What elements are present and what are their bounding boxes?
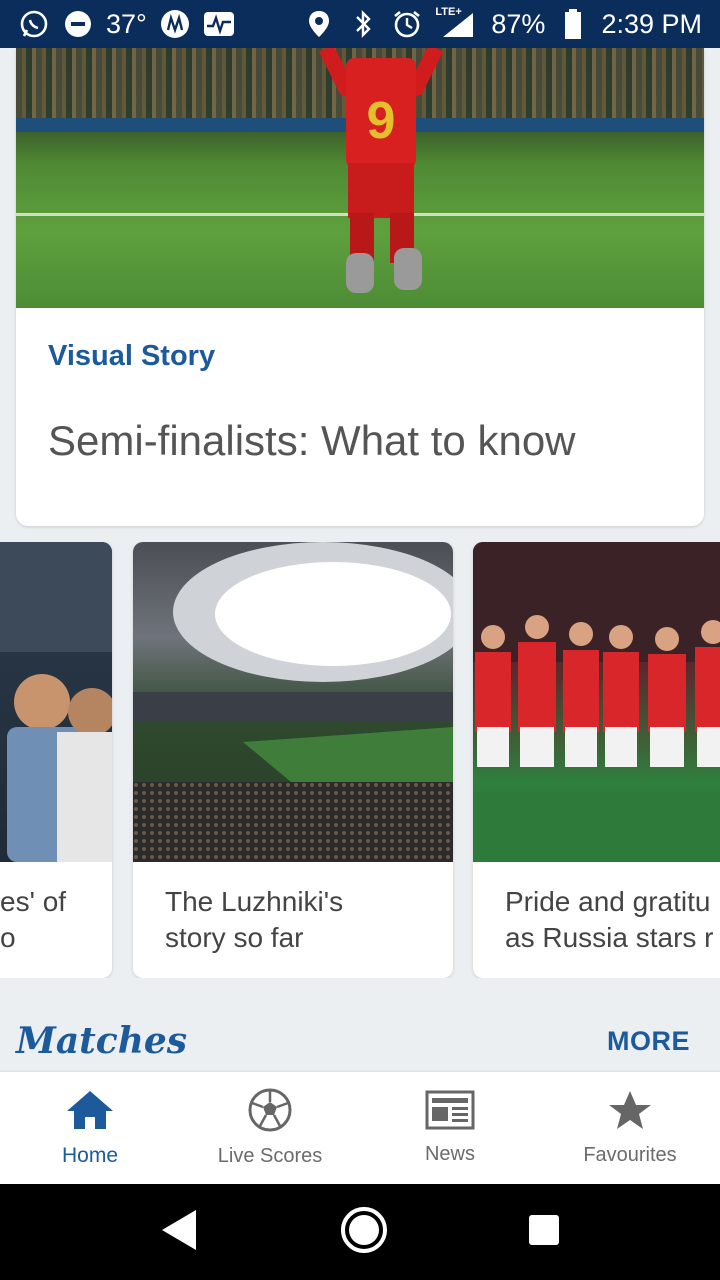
story-carousel[interactable]: es' of o The Luzhniki's story so far Pri… [0, 542, 720, 978]
nav-live-scores[interactable]: Live Scores [180, 1072, 360, 1184]
carousel-card[interactable]: es' of o [0, 542, 112, 978]
soccer-ball-icon [248, 1088, 292, 1137]
card-caption-line: o [0, 922, 16, 953]
nav-label: News [424, 1143, 475, 1165]
battery-icon [557, 8, 589, 40]
hero-photo: 9 [16, 48, 704, 308]
back-icon[interactable] [160, 1208, 200, 1257]
star-icon [608, 1089, 652, 1136]
card-caption-line: The Luzhniki's [165, 886, 344, 917]
app-icon [159, 8, 191, 40]
clock: 2:39 PM [601, 8, 702, 39]
nav-favourites[interactable]: Favourites [540, 1072, 720, 1184]
more-matches-button[interactable]: MORE [607, 1026, 690, 1057]
activity-icon [203, 8, 235, 40]
nav-label: Home [61, 1143, 119, 1167]
system-navigation-bar [0, 1184, 720, 1280]
carousel-photo [0, 542, 112, 862]
signal-icon: LTE+ [435, 6, 479, 40]
card-caption-line: Pride and gratitu [505, 886, 711, 917]
home-icon [65, 1089, 115, 1136]
do-not-disturb-icon [62, 8, 94, 40]
network-type: LTE+ [435, 6, 462, 18]
hero-story-card[interactable]: 9 Visual Story Semi-finalists: What to k… [16, 48, 704, 526]
home-circle-icon[interactable] [340, 1206, 388, 1259]
nav-home[interactable]: Home [0, 1072, 180, 1184]
recent-apps-icon[interactable] [528, 1214, 560, 1251]
card-caption-line: story so far [165, 922, 304, 953]
svg-text:9: 9 [367, 92, 396, 150]
newspaper-icon [425, 1090, 475, 1135]
nav-label: Live Scores [217, 1145, 323, 1167]
status-bar: 37° LTE+ 87% 2:39 PM [0, 0, 720, 48]
carousel-photo [133, 542, 453, 862]
card-caption-line: as Russia stars r [505, 922, 714, 953]
card-caption-line: es' of [0, 886, 67, 917]
matches-section-header: Matches MORE [0, 1012, 720, 1070]
battery-percent: 87% [491, 8, 546, 39]
story-title: Semi-finalists: What to know [48, 417, 576, 464]
story-type-label: Visual Story [48, 340, 216, 372]
bottom-navigation: Home Live Scores News Favourites [0, 1072, 720, 1184]
carousel-card[interactable]: Pride and gratitu as Russia stars r [473, 542, 720, 978]
bluetooth-icon [347, 8, 379, 40]
alarm-icon [391, 8, 423, 40]
temperature: 37° [106, 8, 147, 39]
nav-label: Favourites [583, 1144, 677, 1166]
matches-title: Matches [16, 1020, 188, 1062]
whatsapp-icon [18, 8, 50, 40]
nav-news[interactable]: News [360, 1072, 540, 1184]
carousel-card[interactable]: The Luzhniki's story so far [133, 542, 453, 978]
location-icon [303, 8, 335, 40]
carousel-photo [473, 542, 720, 862]
